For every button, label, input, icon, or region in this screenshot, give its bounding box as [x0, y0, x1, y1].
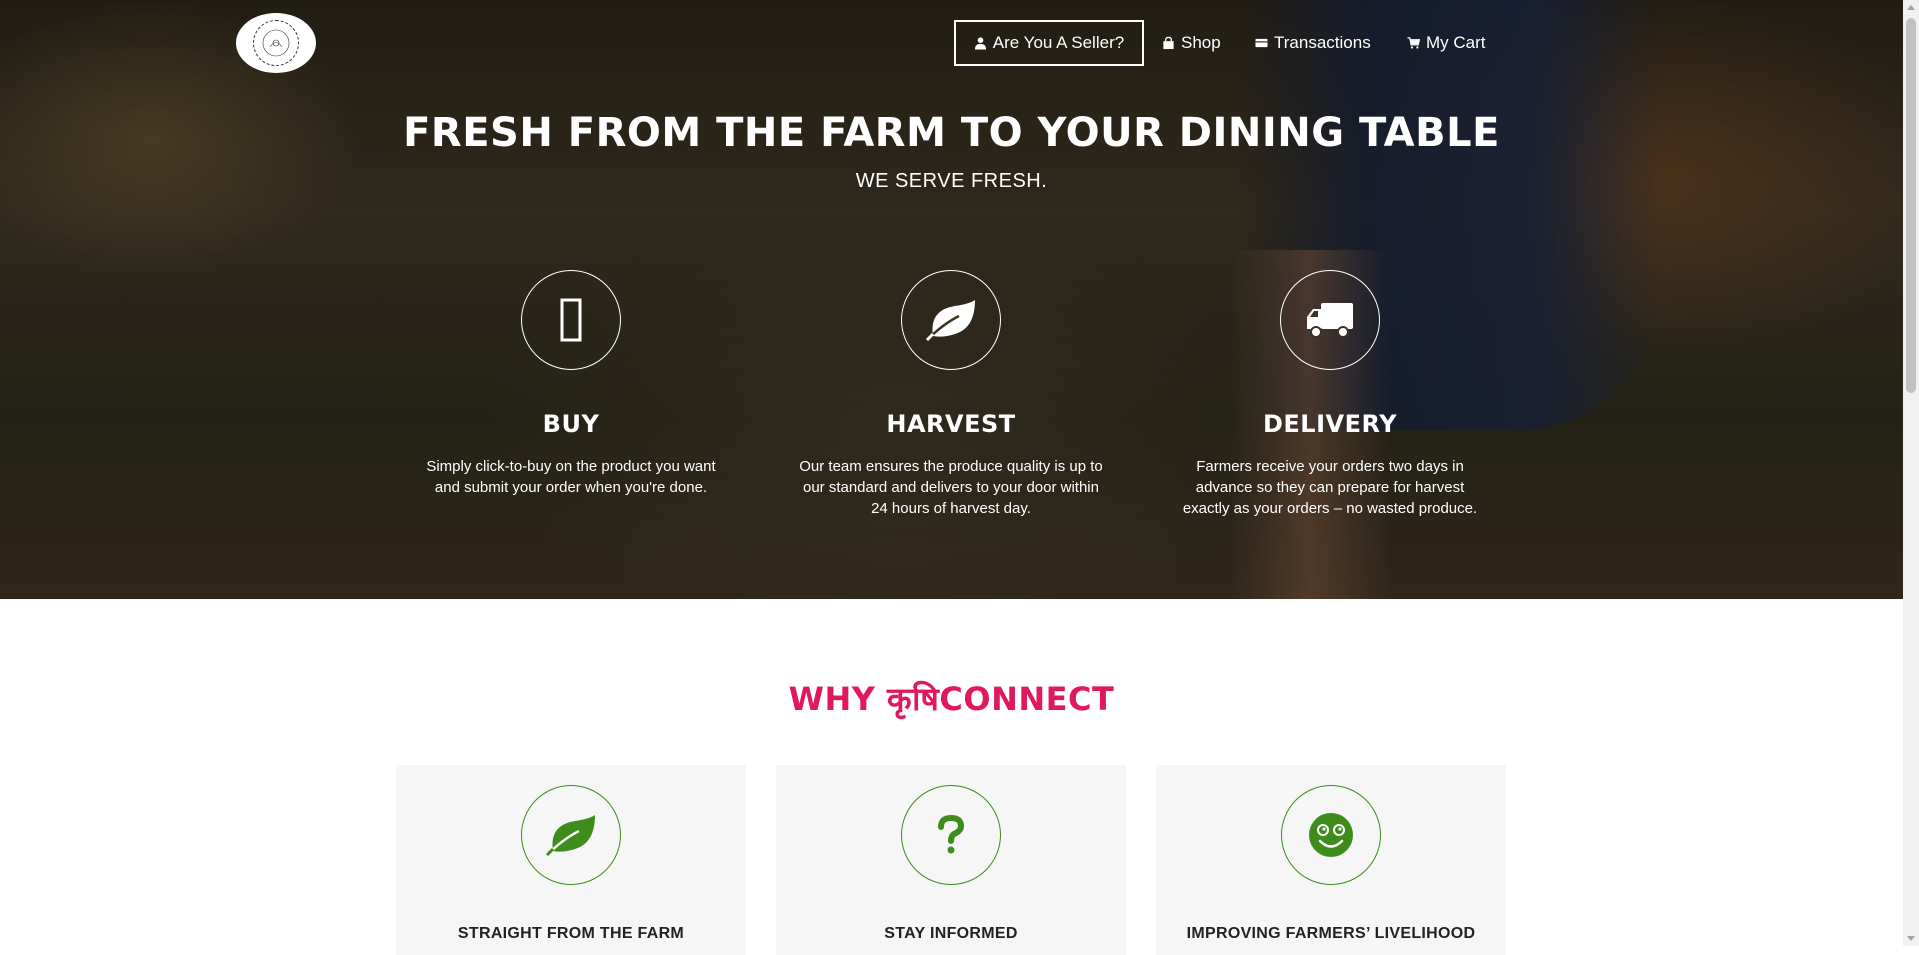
why-card: IMPROVING FARMERS’ LIVELIHOOD	[1156, 765, 1506, 955]
hero-subtitle: WE SERVE FRESH.	[855, 170, 1048, 192]
placeholder-box-icon	[560, 298, 582, 342]
leaf-icon	[545, 815, 595, 857]
feature-icon-circle	[901, 270, 1001, 370]
nav-cart-link[interactable]: My Cart	[1407, 20, 1486, 66]
scroll-down-arrow-icon[interactable]	[1907, 936, 1915, 941]
smile-icon	[1309, 813, 1353, 857]
feature-text: Farmers receive your orders two days in …	[1182, 458, 1478, 517]
nav-shop-link[interactable]: Shop	[1162, 20, 1221, 66]
feature-title: HARVEST	[886, 410, 1016, 438]
why-card-icon-circle	[521, 785, 621, 885]
feature-title: BUY	[542, 410, 600, 438]
hero-title: FRESH FROM THE FARM TO YOUR DINING TABLE	[403, 110, 1500, 156]
leaf-icon	[925, 300, 975, 342]
why-card-icon-circle	[1281, 785, 1381, 885]
feature-icon-circle	[1280, 270, 1380, 370]
truck-icon	[1307, 303, 1353, 338]
why-section-title: WHY कृषिCONNECT	[788, 680, 1115, 718]
nav-transactions-label: Transactions	[1274, 33, 1371, 52]
nav-shop-label: Shop	[1181, 33, 1221, 52]
why-card-icon-circle	[901, 785, 1001, 885]
shopping-bag-icon	[1163, 36, 1174, 50]
top-navigation: Are You A Seller? Shop Transactions My C…	[0, 20, 1903, 66]
why-card-title: STRAIGHT FROM THE FARM	[457, 925, 685, 942]
why-card-title: IMPROVING FARMERS’ LIVELIHOOD	[1186, 925, 1476, 942]
scrollbar-thumb[interactable]	[1906, 18, 1916, 393]
credit-card-icon	[1255, 38, 1268, 48]
nav-cart-label: My Cart	[1426, 33, 1486, 52]
user-icon	[974, 37, 986, 50]
why-card: STAY INFORMED	[776, 765, 1126, 955]
nav-transactions-link[interactable]: Transactions	[1255, 20, 1371, 66]
question-icon	[938, 815, 965, 854]
shopping-cart-icon	[1407, 37, 1420, 49]
feature-text: Our team ensures the produce quality is …	[799, 458, 1103, 517]
feature-delivery: DELIVERY Farmers receive your orders two…	[1175, 270, 1485, 519]
feature-title: DELIVERY	[1262, 410, 1398, 438]
scroll-up-arrow-icon[interactable]	[1907, 5, 1915, 10]
seller-button[interactable]: Are You A Seller?	[954, 20, 1144, 66]
feature-text: Simply click-to-buy on the product you w…	[426, 458, 716, 496]
feature-buy: BUY Simply click-to-buy on the product y…	[416, 270, 726, 498]
feature-harvest: HARVEST Our team ensures the produce qua…	[796, 270, 1106, 519]
why-card-title: STAY INFORMED	[884, 925, 1018, 942]
seller-button-label: Are You A Seller?	[992, 33, 1125, 52]
page-scrollbar[interactable]	[1903, 0, 1919, 946]
why-card: STRAIGHT FROM THE FARM	[396, 765, 746, 955]
hero-section: Are You A Seller? Shop Transactions My C…	[0, 0, 1903, 599]
feature-icon-circle	[521, 270, 621, 370]
